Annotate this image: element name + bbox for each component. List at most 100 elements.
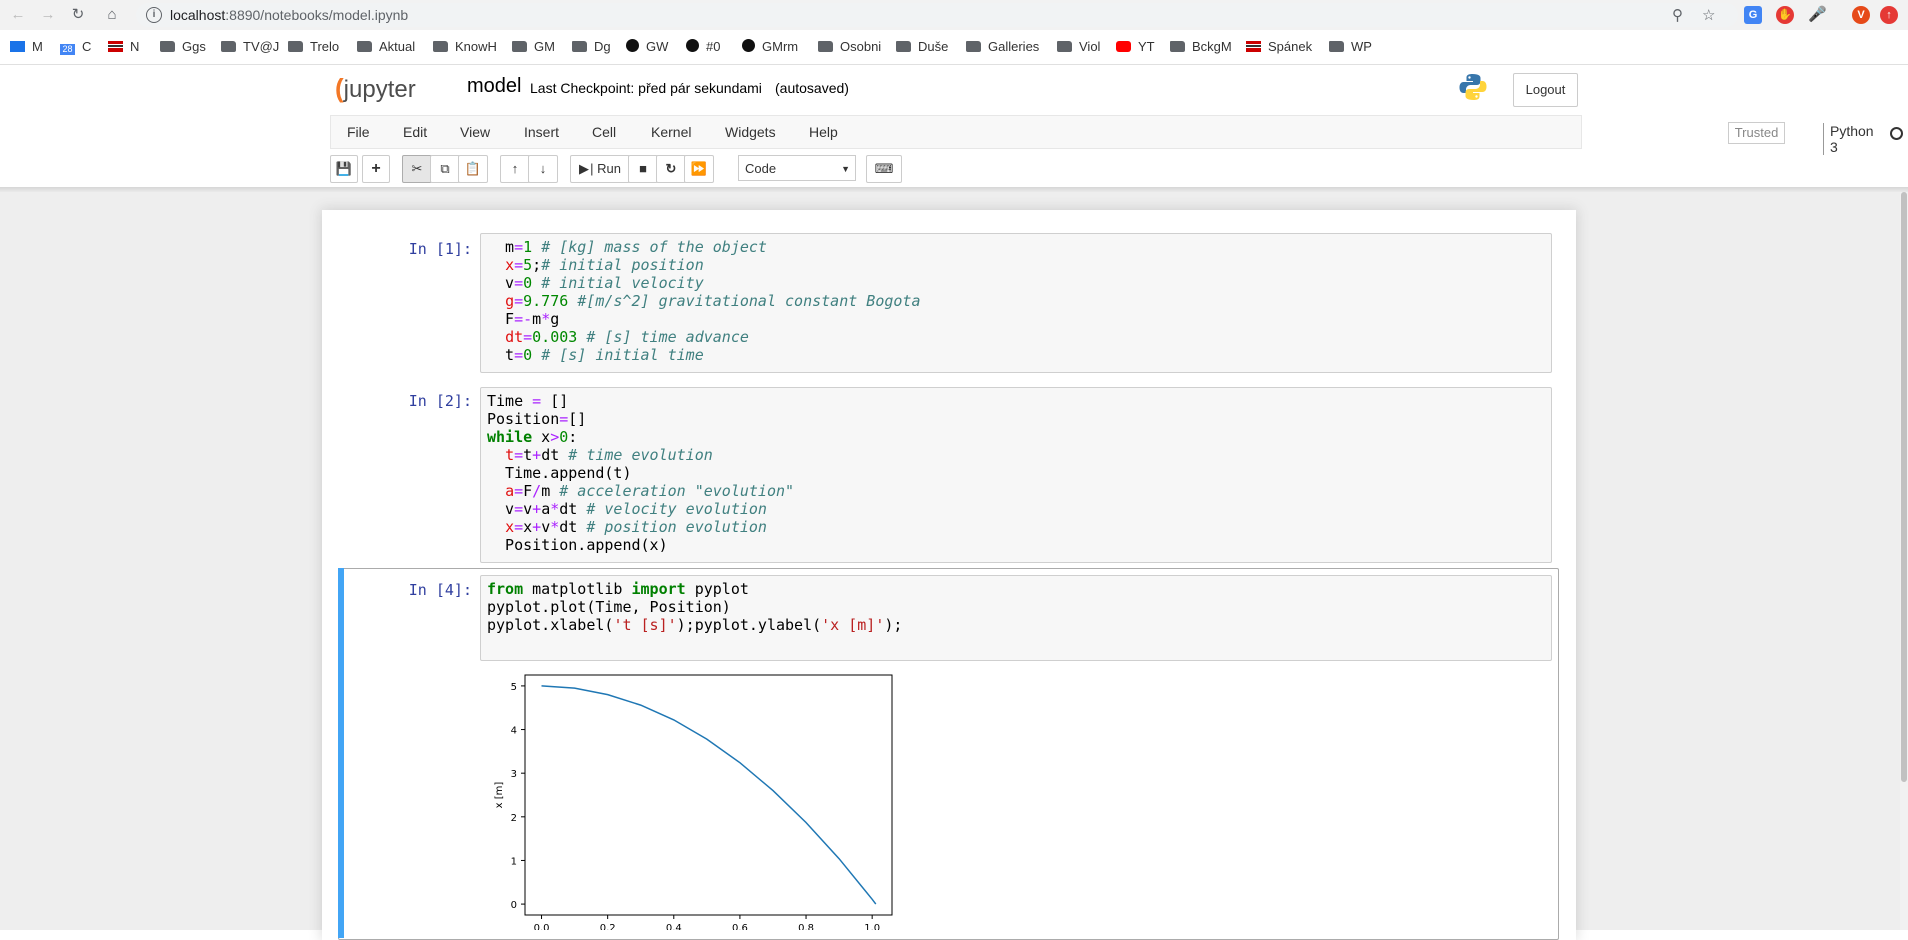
back-icon[interactable]: ← [8, 5, 28, 25]
bookmark-m[interactable]: M [10, 39, 43, 54]
y-tick-label: 2 [511, 813, 517, 824]
menu-cell[interactable]: Cell [592, 124, 616, 140]
bookmark-knowh[interactable]: KnowH [433, 39, 497, 54]
keyboard-icon: ⌨ [874, 161, 894, 176]
bookmark-gm[interactable]: GM [512, 39, 555, 54]
bookmark-gmrm[interactable]: GMrm [742, 39, 798, 54]
folder-icon [357, 41, 372, 52]
restart-run-all-button[interactable]: ⏩ [684, 155, 714, 183]
adblock-extension-icon[interactable]: ✋ [1776, 6, 1794, 24]
copy-icon: ⧉ [440, 161, 450, 176]
scrollbar-thumb[interactable] [1901, 192, 1907, 782]
cell-type-select[interactable]: Code ▼ [738, 155, 856, 181]
bookmark-bckgm[interactable]: BckgM [1170, 39, 1232, 54]
menu-widgets[interactable]: Widgets [725, 124, 776, 140]
save-icon: 💾 [335, 161, 353, 176]
bookmark-yt[interactable]: YT [1116, 39, 1155, 54]
save-button[interactable]: 💾 [330, 155, 358, 183]
command-palette-button[interactable]: ⌨ [866, 155, 902, 183]
stop-icon: ■ [639, 161, 647, 176]
folder-icon [1170, 41, 1185, 52]
cell-4-prompt: In [4]: [408, 581, 472, 599]
cell-1-code: m=1 # [kg] mass of the object x=5;# init… [487, 238, 921, 364]
jupyter-logo[interactable]: (jupyter [335, 73, 416, 104]
bookmark-c[interactable]: 28 C [60, 39, 91, 55]
folder-icon [818, 41, 833, 52]
bookmark-spanek[interactable]: Spánek [1246, 39, 1312, 54]
x-tick-label: 1.0 [864, 923, 880, 930]
restart-icon: ↻ [665, 161, 677, 176]
menu-insert[interactable]: Insert [524, 124, 559, 140]
arrow-down-icon: ↓ [539, 161, 547, 176]
bookmark-galleries[interactable]: Galleries [966, 39, 1039, 54]
paste-button[interactable]: 📋 [458, 155, 488, 183]
bookmark-ggs[interactable]: Ggs [160, 39, 206, 54]
run-button[interactable]: ▶ | Run [570, 155, 630, 183]
address-bar[interactable]: i localhost:8890/notebooks/model.ipynb ⚲… [136, 3, 1738, 27]
cell-type-value: Code [745, 161, 777, 176]
cell-2-code: Time = [] Position=[] while x>0: t=t+dt … [487, 392, 795, 554]
bookmark-aktual[interactable]: Aktual [357, 39, 415, 54]
cell-1-code-editor[interactable]: m=1 # [kg] mass of the object x=5;# init… [480, 233, 1552, 373]
menu-bar: File Edit View Insert Cell Kernel Widget… [330, 115, 1903, 155]
forward-icon[interactable]: → [38, 5, 58, 25]
bookmark-gw[interactable]: GW [626, 39, 668, 54]
notebook-toolbar: 💾 + ✂ ⧉ 📋 ↑ ↓ ▶ | Run ■ ↻ ⏩ Code ▼ ⌨ [330, 154, 1580, 184]
python-logo-icon [1459, 74, 1487, 100]
insert-cell-button[interactable]: + [362, 155, 390, 183]
reload-icon[interactable]: ↻ [68, 5, 88, 25]
folder-icon [896, 41, 911, 52]
trusted-indicator[interactable]: Trusted [1728, 122, 1785, 144]
github-icon [742, 39, 755, 52]
bookmark-trelo[interactable]: Trelo [288, 39, 339, 54]
x-tick-label: 0.6 [732, 923, 748, 930]
menu-view[interactable]: View [460, 124, 490, 140]
move-down-button[interactable]: ↓ [528, 155, 558, 183]
autosave-status: (autosaved) [775, 80, 849, 96]
calendar-icon: 28 [60, 44, 75, 55]
y-tick-label: 0 [511, 900, 517, 911]
plot-axes-frame [524, 674, 893, 916]
bookmark-wp[interactable]: WP [1329, 39, 1372, 54]
logout-button[interactable]: Logout [1513, 73, 1578, 107]
menu-help[interactable]: Help [809, 124, 838, 140]
notebook-name[interactable]: model [467, 75, 521, 98]
jupyter-header: (jupyter model Last Checkpoint: před pár… [0, 65, 1908, 115]
paste-icon: 📋 [464, 161, 482, 176]
cell-2-code-editor[interactable]: Time = [] Position=[] while x>0: t=t+dt … [480, 387, 1552, 563]
update-extension-icon[interactable]: ↑ [1880, 6, 1898, 24]
bookmark-dg[interactable]: Dg [572, 39, 611, 54]
menu-kernel[interactable]: Kernel [651, 124, 691, 140]
copy-button[interactable]: ⧉ [430, 155, 460, 183]
profile-avatar[interactable]: V [1852, 6, 1870, 24]
bookmark-n[interactable]: N [108, 39, 139, 54]
microphone-extension-icon[interactable]: 🎤 [1808, 6, 1827, 24]
menu-edit[interactable]: Edit [403, 124, 427, 140]
kernel-name: Python 3 [1823, 123, 1874, 155]
kernel-idle-icon [1890, 127, 1903, 140]
bookmark-star-icon[interactable]: ☆ [1702, 6, 1715, 24]
bookmark-osobni[interactable]: Osobni [818, 39, 881, 54]
cut-button[interactable]: ✂ [402, 155, 432, 183]
translate-extension-icon[interactable]: G [1744, 6, 1762, 24]
bookmark-tvj[interactable]: TV@J [221, 39, 279, 54]
scissors-icon: ✂ [411, 161, 423, 176]
bookmark-duse[interactable]: Duše [896, 39, 948, 54]
zoom-icon[interactable]: ⚲ [1672, 6, 1683, 24]
cell-4-code-editor[interactable]: from matplotlib import pyplot pyplot.plo… [480, 575, 1552, 661]
home-icon[interactable]: ⌂ [102, 5, 122, 25]
interrupt-button[interactable]: ■ [628, 155, 658, 183]
news-icon [1246, 41, 1261, 52]
x-tick-label: 0.8 [798, 923, 814, 930]
menu-file[interactable]: File [347, 124, 370, 140]
bookmark-0[interactable]: #0 [686, 39, 720, 54]
cell-2-prompt: In [2]: [408, 392, 472, 410]
bookmark-viol[interactable]: Viol [1057, 39, 1100, 54]
folder-icon [572, 41, 587, 52]
y-tick-label: 3 [511, 769, 517, 780]
site-info-icon[interactable]: i [146, 7, 162, 23]
restart-button[interactable]: ↻ [656, 155, 686, 183]
move-up-button[interactable]: ↑ [500, 155, 530, 183]
x-tick-label: 0.4 [666, 923, 682, 930]
folder-icon [966, 41, 981, 52]
